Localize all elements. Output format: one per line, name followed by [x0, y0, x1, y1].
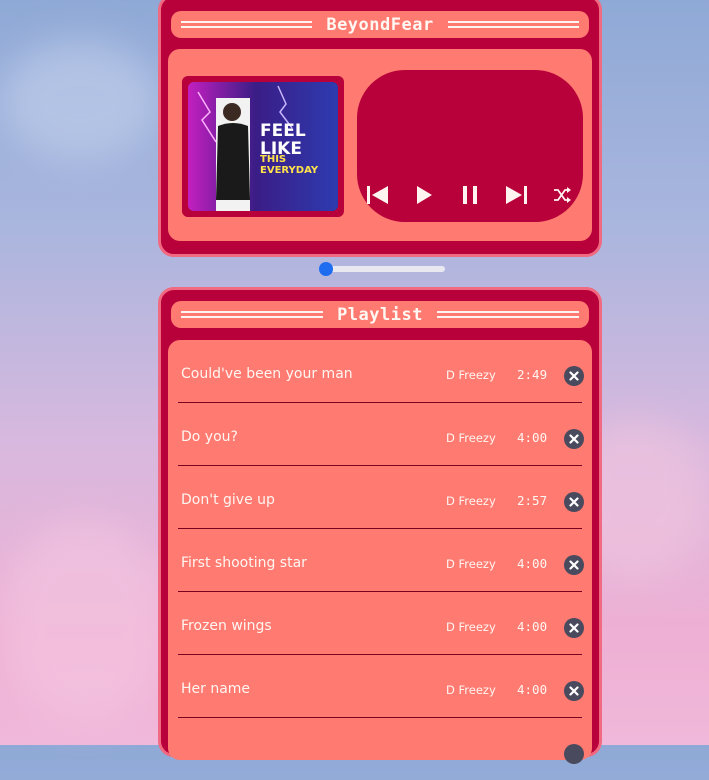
track-artist: D Freezy	[446, 620, 496, 634]
track-duration: 4:00	[517, 430, 548, 445]
track-duration: 4:00	[517, 619, 548, 634]
track-row[interactable]: Her name D Freezy 4:00	[178, 655, 584, 718]
album-art-frame: FEEL LIKE THIS EVERYDAY	[182, 76, 344, 217]
track-artist: D Freezy	[446, 494, 496, 508]
decorative-lines	[181, 21, 313, 28]
decorative-lines	[181, 311, 324, 318]
track-row[interactable]: Don't give up D Freezy 2:57	[178, 466, 584, 529]
remove-track-button[interactable]	[564, 681, 584, 701]
close-icon	[569, 371, 579, 381]
remove-track-button[interactable]	[564, 618, 584, 638]
controls-panel	[357, 70, 583, 222]
track-artist: D Freezy	[446, 368, 496, 382]
track-name: Don't give up	[181, 492, 275, 508]
track-name: First shooting star	[181, 555, 307, 571]
next-button[interactable]	[501, 180, 531, 210]
pause-icon	[463, 186, 477, 204]
track-duration: 4:00	[517, 682, 548, 697]
album-art-title: FEEL LIKE	[260, 121, 306, 159]
play-icon	[417, 186, 432, 204]
background-blur	[0, 40, 160, 160]
decorative-lines	[436, 311, 580, 318]
playlist-panel: Playlist Could've been your man D Freezy 2…	[158, 287, 602, 764]
skip-previous-icon	[367, 186, 388, 204]
progress-slider[interactable]	[319, 262, 445, 276]
playback-controls	[357, 180, 583, 210]
remove-track-button[interactable]	[564, 555, 584, 575]
play-button[interactable]	[409, 180, 439, 210]
player-body: FEEL LIKE THIS EVERYDAY	[168, 49, 592, 241]
shuffle-icon	[554, 187, 571, 203]
track-duration: 4:00	[517, 556, 548, 571]
track-name: Do you?	[181, 429, 238, 445]
close-icon	[569, 623, 579, 633]
playlist-title: Playlist	[337, 304, 423, 325]
track-artist: D Freezy	[446, 431, 496, 445]
album-art-subtitle: THIS EVERYDAY	[260, 154, 319, 176]
player-title: BeyondFear	[326, 14, 434, 35]
track-row[interactable]: Could've been your man D Freezy 2:49	[178, 340, 584, 403]
remove-track-button[interactable]	[564, 744, 584, 764]
remove-track-button[interactable]	[564, 429, 584, 449]
track-name: Frozen wings	[181, 618, 272, 634]
track-artist: D Freezy	[446, 683, 496, 697]
track-name: Her name	[181, 681, 251, 697]
player-panel: BeyondFear FEEL LIKE THIS EVERYDAY	[158, 0, 602, 257]
decorative-lines	[447, 21, 580, 28]
track-duration: 2:57	[517, 493, 548, 508]
track-duration: 2:49	[517, 367, 548, 382]
track-row[interactable]: Frozen wings D Freezy 4:00	[178, 592, 584, 655]
track-row[interactable]	[178, 718, 584, 780]
playlist-body: Could've been your man D Freezy 2:49 Do you…	[168, 340, 592, 764]
shuffle-button[interactable]	[547, 180, 577, 210]
background-blur	[0, 520, 170, 720]
skip-next-icon	[506, 186, 527, 204]
track-artist: D Freezy	[446, 557, 496, 571]
album-art: FEEL LIKE THIS EVERYDAY	[188, 82, 338, 211]
pause-button[interactable]	[455, 180, 485, 210]
track-row[interactable]: First shooting star D Freezy 4:00	[178, 529, 584, 592]
player-title-bar: BeyondFear	[171, 11, 589, 38]
remove-track-button[interactable]	[564, 366, 584, 386]
remove-track-button[interactable]	[564, 492, 584, 512]
previous-button[interactable]	[363, 180, 393, 210]
playlist-title-bar: Playlist	[171, 301, 589, 328]
close-icon	[569, 560, 579, 570]
progress-slider-thumb[interactable]	[319, 262, 333, 276]
track-name: Could've been your man	[181, 366, 353, 382]
track-row[interactable]: Do you? D Freezy 4:00	[178, 403, 584, 466]
close-icon	[569, 497, 579, 507]
close-icon	[569, 686, 579, 696]
close-icon	[569, 434, 579, 444]
